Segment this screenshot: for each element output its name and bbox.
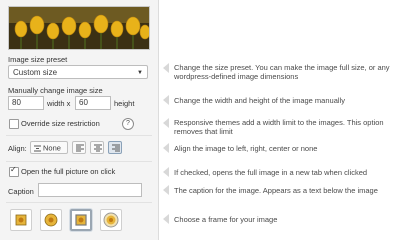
width-x-label: width x	[47, 99, 71, 108]
image-preview	[8, 6, 150, 50]
size-preset-select[interactable]: Custom size ▼	[8, 65, 148, 79]
caption-label: Caption	[8, 187, 34, 196]
pointer-arrow-icon	[163, 118, 169, 128]
align-none-icon	[34, 145, 41, 152]
frame-option-shadow[interactable]	[70, 209, 92, 231]
frame-option-circle-border[interactable]	[100, 209, 122, 231]
frame-plain-icon	[15, 214, 27, 226]
align-left-button[interactable]	[72, 141, 86, 154]
align-none-label: None	[43, 143, 61, 153]
override-description: Responsive themes add a width limit to t…	[174, 118, 384, 136]
caption-description: The caption for the image. Appears as a …	[174, 186, 378, 195]
caption-input[interactable]	[38, 183, 142, 197]
align-left-icon	[76, 144, 84, 152]
help-icon[interactable]: ?	[122, 118, 134, 130]
align-center-button[interactable]	[90, 141, 104, 154]
frame-shadow-icon	[75, 214, 87, 226]
pointer-arrow-icon	[163, 143, 169, 153]
open-full-picture-label: Open the full picture on click	[21, 167, 116, 176]
pointer-arrow-icon	[163, 185, 169, 195]
frame-round-icon	[44, 213, 58, 227]
height-input[interactable]: 60	[75, 96, 111, 110]
divider	[6, 161, 152, 162]
pointer-arrow-icon	[163, 214, 169, 224]
frame-option-round[interactable]	[40, 209, 62, 231]
pointer-arrow-icon	[163, 95, 169, 105]
align-none-button[interactable]: None	[30, 141, 68, 154]
size-preset-value: Custom size	[13, 68, 58, 77]
frame-circle-border-icon	[103, 212, 119, 228]
height-label: height	[114, 99, 135, 108]
frame-option-plain[interactable]	[10, 209, 32, 231]
divider	[6, 202, 152, 203]
align-center-icon	[94, 144, 102, 152]
pointer-arrow-icon	[163, 167, 169, 177]
pointer-arrow-icon	[163, 63, 169, 73]
override-size-checkbox[interactable]	[9, 119, 19, 129]
frame-description: Choose a frame for your image	[174, 215, 278, 224]
open-full-picture-checkbox[interactable]	[9, 165, 19, 177]
align-right-icon	[112, 144, 120, 152]
settings-panel: Image size preset Custom size ▼ Manually…	[0, 0, 159, 240]
align-label: Align:	[8, 144, 27, 153]
override-size-label: Override size restriction	[21, 119, 100, 128]
divider	[6, 135, 152, 136]
manual-size-label: Manually change image size	[8, 86, 103, 95]
size-preset-description: Change the size preset. You can make the…	[174, 63, 390, 81]
open-full-description: If checked, opens the full image in a ne…	[174, 168, 368, 177]
dropdown-arrow-icon: ▼	[137, 70, 143, 76]
width-input[interactable]: 80	[8, 96, 44, 110]
align-description: Align the image to left, right, center o…	[174, 144, 318, 153]
align-right-button[interactable]	[108, 141, 122, 154]
manual-size-description: Change the width and height of the image…	[174, 96, 345, 105]
size-preset-label: Image size preset	[8, 55, 68, 64]
